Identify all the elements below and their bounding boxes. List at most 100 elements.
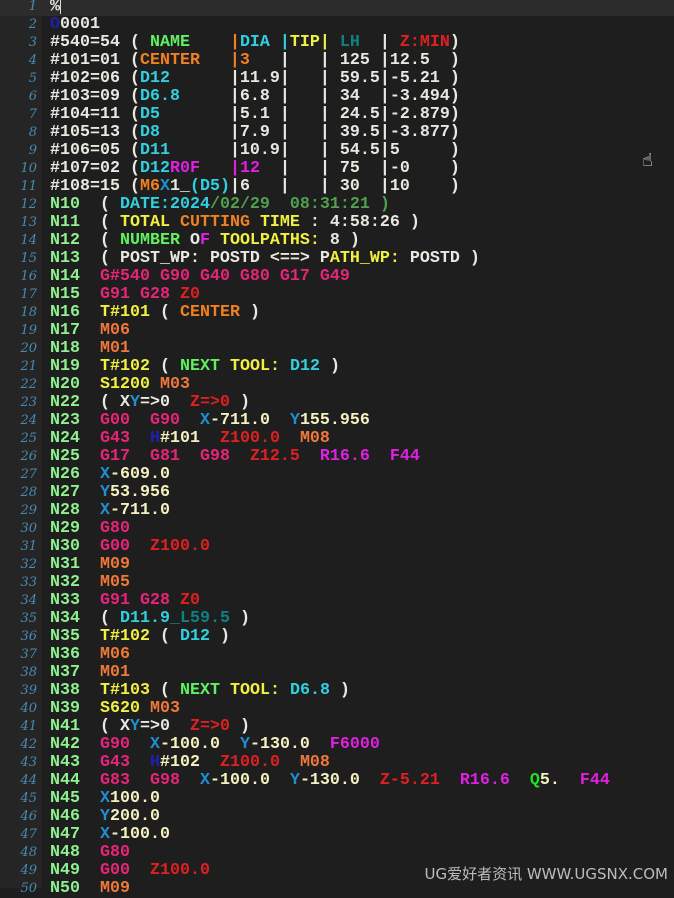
- code-token: G91 G28: [100, 285, 180, 304]
- line-number: 11: [20, 179, 37, 194]
- code-line[interactable]: 48 N48 G80: [0, 844, 674, 862]
- code-token: #101=01 (: [50, 51, 140, 70]
- code-text: #105=13 (D8 |7.9 | | 39.5|-3.877): [50, 124, 460, 142]
- code-line[interactable]: 25 N24 G43 H#101 Z100.0 M08: [0, 430, 674, 448]
- code-line[interactable]: 3 #540=54 ( NAME |DIA |TIP| LH | Z:MIN): [0, 34, 674, 52]
- code-line[interactable]: 14 N12 ( NUMBER OF TOOLPATHS: 8 ): [0, 232, 674, 250]
- line-number: 4: [28, 53, 37, 68]
- code-line[interactable]: 17 N15 G91 G28 Z0: [0, 286, 674, 304]
- code-token: (: [149, 303, 180, 322]
- code-token: TOOLPATHS:: [209, 231, 320, 250]
- code-line[interactable]: 10 #107=02 (D12R0F |12 | | 75 |-0 ): [0, 160, 674, 178]
- line-number: 43: [20, 755, 37, 770]
- code-token: CUTTING: [179, 213, 260, 232]
- code-token: N42: [50, 735, 80, 754]
- code-text: N33 G91 G28 Z0: [50, 592, 200, 610]
- line-number: 32: [20, 557, 37, 572]
- code-line[interactable]: 20 N18 M01: [0, 340, 674, 358]
- code-line[interactable]: 38 N37 M01: [0, 664, 674, 682]
- code-line[interactable]: 9 #106=05 (D11 |10.9| | 54.5|5 ): [0, 142, 674, 160]
- code-line[interactable]: 2 O0001: [0, 16, 674, 34]
- code-line[interactable]: 32 N31 M09: [0, 556, 674, 574]
- code-line[interactable]: 19 N17 M06: [0, 322, 674, 340]
- code-token: (: [80, 213, 120, 232]
- code-token: N50: [50, 879, 80, 898]
- code-token: Y: [100, 483, 110, 502]
- code-line[interactable]: 18 N16 T#101 ( CENTER ): [0, 304, 674, 322]
- code-token: R0F: [169, 159, 200, 178]
- code-token: Y: [100, 807, 110, 826]
- code-line[interactable]: 33 N32 M05: [0, 574, 674, 592]
- code-line[interactable]: 6 #103=09 (D6.8 |6.8 | | 34 |-3.494): [0, 88, 674, 106]
- code-line[interactable]: 47 N47 X-100.0: [0, 826, 674, 844]
- code-line[interactable]: 40 N39 S620 M03: [0, 700, 674, 718]
- code-line[interactable]: 5 #102=06 (D12 |11.9| | 59.5|-5.21 ): [0, 70, 674, 88]
- code-line[interactable]: 13 N11 ( TOTAL CUTTING TIME : 4:58:26 ): [0, 214, 674, 232]
- code-token: M03: [149, 375, 190, 394]
- code-line[interactable]: 39 N38 T#103 ( NEXT TOOL: D6.8 ): [0, 682, 674, 700]
- code-token: TIP|: [289, 33, 330, 52]
- code-token: |: [279, 33, 290, 52]
- code-token: |6.8 | | 34 |-3.494): [179, 87, 460, 106]
- code-line[interactable]: 27 N26 X-609.0: [0, 466, 674, 484]
- code-line[interactable]: 26 N25 G17 G81 G98 Z12.5 R16.6 F44: [0, 448, 674, 466]
- code-token: |12: [229, 159, 260, 178]
- code-token: N24: [50, 429, 80, 448]
- code-line[interactable]: 12 N10 ( DATE:2024/02/29 08:31:21 ): [0, 196, 674, 214]
- code-token: |: [229, 33, 240, 52]
- code-token: X: [100, 789, 110, 808]
- code-line[interactable]: 31 N30 G00 Z100.0: [0, 538, 674, 556]
- code-line[interactable]: 41 N41 ( XY=>0 Z=>0 ): [0, 718, 674, 736]
- code-token: -100.0: [209, 771, 290, 790]
- code-line[interactable]: 45 N45 X100.0: [0, 790, 674, 808]
- code-line[interactable]: 7 #104=11 (D5 |5.1 | | 24.5|-2.879): [0, 106, 674, 124]
- code-line[interactable]: 37 N36 M06: [0, 646, 674, 664]
- code-line[interactable]: 28 N27 Y53.956: [0, 484, 674, 502]
- code-line[interactable]: 21 N19 T#102 ( NEXT TOOL: D12 ): [0, 358, 674, 376]
- code-line[interactable]: 1%: [0, 0, 674, 16]
- code-text: N47 X-100.0: [50, 826, 170, 844]
- code-token: H: [149, 753, 160, 772]
- code-token: ): [329, 681, 350, 700]
- code-editor[interactable]: 1% 2 O0001 3 #540=54 ( NAME |DIA |TIP| LH | …: [0, 0, 674, 898]
- code-line[interactable]: 22 N20 S1200 M03: [0, 376, 674, 394]
- code-token: N13: [50, 249, 80, 268]
- code-token: ( X: [80, 393, 130, 412]
- code-token: M6: [139, 177, 160, 196]
- code-line[interactable]: 46 N46 Y200.0: [0, 808, 674, 826]
- code-line[interactable]: 35 N34 ( D11.9_L59.5 ): [0, 610, 674, 628]
- code-line[interactable]: 29 N28 X-711.0: [0, 502, 674, 520]
- code-line[interactable]: 23 N22 ( XY=>0 Z=>0 ): [0, 394, 674, 412]
- code-line[interactable]: 44 N44 G83 G98 X-100.0 Y-130.0 Z-5.21 R16…: [0, 772, 674, 790]
- code-line[interactable]: 24 N23 G00 G90 X-711.0 Y155.956: [0, 412, 674, 430]
- code-line[interactable]: 30 N29 G80: [0, 520, 674, 538]
- code-line[interactable]: 34 N33 G91 G28 Z0: [0, 592, 674, 610]
- code-token: | | 75 |-0 ): [259, 159, 460, 178]
- line-number: 29: [20, 503, 37, 518]
- code-token: X: [100, 465, 110, 484]
- code-token: N20: [50, 375, 80, 394]
- code-line[interactable]: 36 N35 T#102 ( D12 ): [0, 628, 674, 646]
- code-line[interactable]: 43 N43 G43 H#102 Z100.0 M08: [0, 754, 674, 772]
- code-token: M06: [100, 321, 130, 340]
- line-number: 47: [20, 827, 37, 842]
- code-token: Z-5.21: [379, 771, 460, 790]
- code-line[interactable]: 42 N42 G90 X-100.0 Y-130.0 F6000: [0, 736, 674, 754]
- code-line[interactable]: 8 #105=13 (D8 |7.9 | | 39.5|-3.877): [0, 124, 674, 142]
- code-token: (: [149, 357, 180, 376]
- line-number: 21: [20, 359, 37, 374]
- code-token: M01: [100, 663, 130, 682]
- code-text: N23 G00 G90 X-711.0 Y155.956: [50, 412, 370, 430]
- code-line[interactable]: 4 #101=01 (CENTER |3 | | 125 |12.5 ): [0, 52, 674, 70]
- line-number: 24: [20, 413, 37, 428]
- code-token: 1_: [169, 177, 190, 196]
- code-line[interactable]: 16 N14 G#540 G90 G40 G80 G17 G49: [0, 268, 674, 286]
- line-number: 6: [28, 89, 37, 104]
- code-line[interactable]: 11 #108=15 (M6X1_(D5)|6 | | 30 |10 ): [0, 178, 674, 196]
- code-line[interactable]: 15 N13 ( POST_WP: POSTD <==> PATH_WP: POS…: [0, 250, 674, 268]
- code-token: TOTAL: [119, 213, 180, 232]
